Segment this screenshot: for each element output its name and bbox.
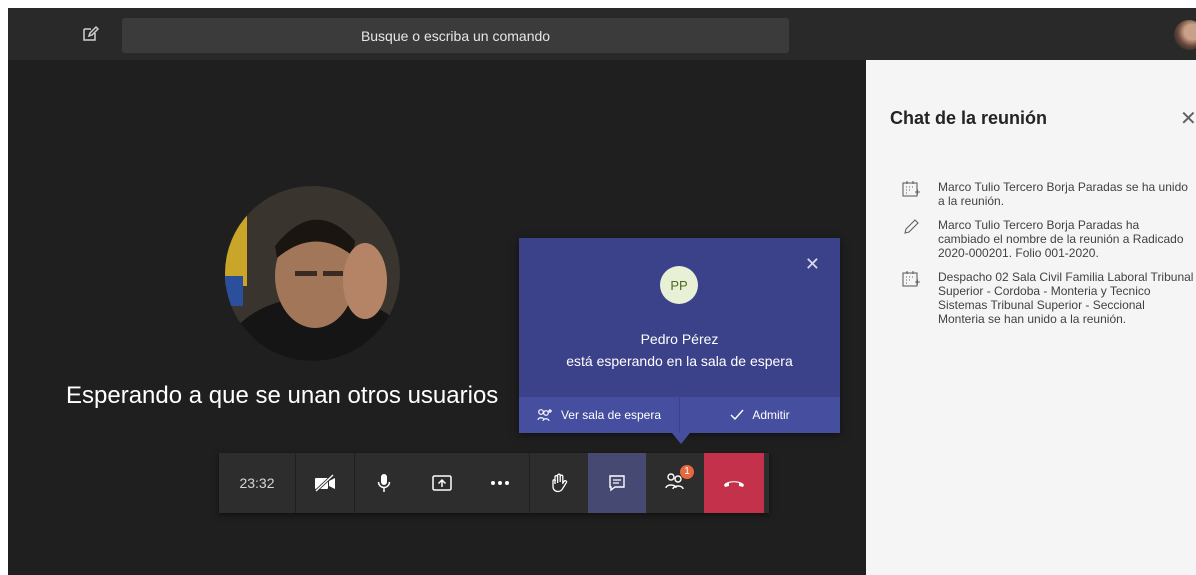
more-options-button[interactable] xyxy=(471,453,530,513)
hang-up-button[interactable] xyxy=(704,453,764,513)
chat-event: Despacho 02 Sala Civil Familia Laboral T… xyxy=(902,270,1194,326)
chat-event: Marco Tulio Tercero Borja Paradas ha cam… xyxy=(902,218,1194,260)
chat-event-text: Despacho 02 Sala Civil Familia Laboral T… xyxy=(938,270,1194,326)
join-icon xyxy=(902,271,920,287)
chat-button[interactable] xyxy=(588,453,646,513)
more-icon xyxy=(491,481,509,485)
lobby-actions: Ver sala de espera Admitir xyxy=(519,397,840,433)
meeting-chat-panel: Chat de la reunión ✕ Marco Tulio Tercero… xyxy=(866,60,1196,575)
microphone-icon xyxy=(377,474,391,492)
hand-icon xyxy=(552,473,568,493)
view-lobby-button[interactable]: Ver sala de espera xyxy=(519,397,680,433)
raise-hand-button[interactable] xyxy=(530,453,588,513)
participant-photo xyxy=(225,186,400,361)
admit-button[interactable]: Admitir xyxy=(680,397,840,433)
microphone-button[interactable] xyxy=(355,453,413,513)
people-add-icon xyxy=(537,409,552,422)
participants-badge: 1 xyxy=(680,464,694,479)
camera-off-icon xyxy=(314,474,335,492)
waiting-user-avatar: PP xyxy=(660,266,698,304)
join-icon xyxy=(902,181,920,197)
chat-events: Marco Tulio Tercero Borja Paradas se ha … xyxy=(902,180,1194,336)
share-screen-button[interactable] xyxy=(413,453,471,513)
top-bar: Busque o escriba un comando xyxy=(8,8,1196,60)
participants-button[interactable]: 1 xyxy=(646,453,704,513)
call-timer: 23:32 xyxy=(219,453,296,513)
share-screen-icon xyxy=(432,475,452,491)
lobby-pointer xyxy=(672,433,690,444)
hang-up-icon xyxy=(724,481,744,487)
waiting-status: está esperando en la sala de espera xyxy=(566,353,793,369)
waiting-user-name: Pedro Pérez xyxy=(640,331,719,347)
new-chat-icon[interactable] xyxy=(80,24,100,44)
teams-window: Busque o escriba un comando Esperando a … xyxy=(8,8,1196,575)
close-icon[interactable]: ✕ xyxy=(805,254,820,275)
checkmark-icon xyxy=(730,409,744,421)
chat-event: Marco Tulio Tercero Borja Paradas se ha … xyxy=(902,180,1194,208)
close-chat-icon[interactable]: ✕ xyxy=(1180,106,1196,131)
chat-icon xyxy=(609,475,625,492)
search-placeholder: Busque o escriba un comando xyxy=(360,27,551,44)
camera-off-button[interactable] xyxy=(296,453,355,513)
meeting-stage: Esperando a que se unan otros usuarios ✕… xyxy=(8,60,866,575)
user-avatar[interactable] xyxy=(1174,20,1196,50)
waiting-message: Esperando a que se unan otros usuarios xyxy=(66,382,499,409)
admit-label: Admitir xyxy=(752,408,790,422)
chat-title: Chat de la reunión xyxy=(890,108,1048,128)
pencil-icon xyxy=(904,219,919,234)
chat-event-text: Marco Tulio Tercero Borja Paradas ha cam… xyxy=(938,218,1184,260)
call-controls: 23:32 1 xyxy=(219,453,769,513)
participants-icon-wrap: 1 xyxy=(665,464,694,495)
view-lobby-label: Ver sala de espera xyxy=(560,408,662,422)
search-bar[interactable]: Busque o escriba un comando xyxy=(122,18,789,53)
chat-event-text: Marco Tulio Tercero Borja Paradas se ha … xyxy=(938,180,1188,208)
lobby-notification: ✕ PP Pedro Pérez está esperando en la sa… xyxy=(519,238,840,433)
